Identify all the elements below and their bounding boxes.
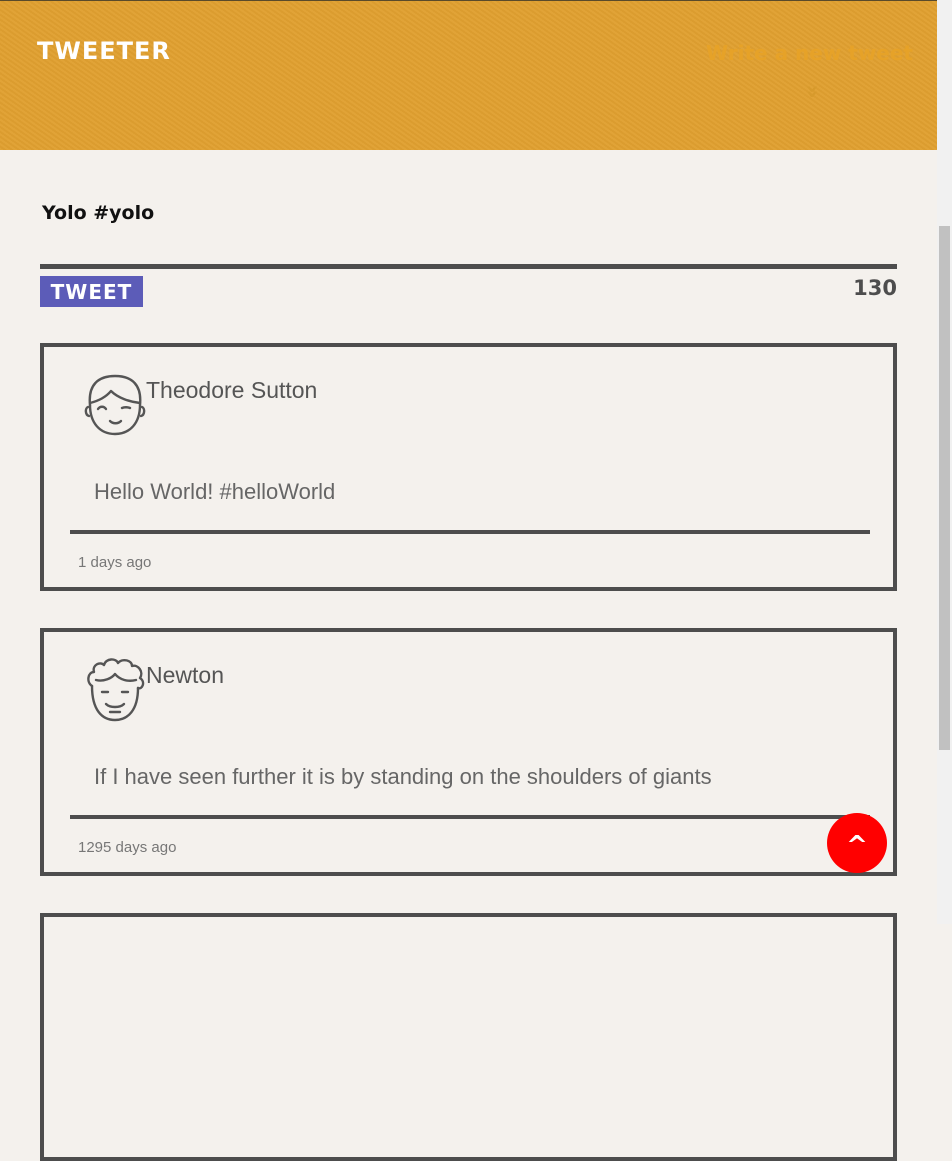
tweet-text: Hello World! #helloWorld: [94, 479, 336, 504]
tweet-text: If I have seen further it is by standing…: [94, 764, 712, 789]
double-chevron-down-icon[interactable]: »: [799, 84, 824, 98]
brand-logo[interactable]: TWEETER: [37, 37, 171, 65]
tweet-author: Newton: [146, 662, 224, 688]
site-header: TWEETER Write a new tweet »: [0, 0, 937, 150]
tweet-card: Theodore Sutton Hello World! #helloWorld…: [40, 343, 897, 591]
tweet-textarea[interactable]: Yolo #yolo: [42, 202, 154, 224]
tweet-author: Theodore Sutton: [146, 377, 318, 403]
scrollbar-thumb[interactable]: [939, 226, 950, 750]
tweet-timestamp: 1 days ago: [78, 554, 152, 571]
scroll-to-top-button[interactable]: ^: [827, 813, 887, 873]
tweet-button[interactable]: TWEET: [40, 276, 143, 307]
tweet-divider: [70, 530, 870, 534]
character-counter: 130: [853, 276, 897, 300]
tweet-divider: [70, 815, 870, 819]
tweet-card: [40, 913, 897, 1161]
write-new-tweet-link[interactable]: Write a new tweet: [706, 41, 913, 65]
composer-divider: [40, 264, 897, 269]
curly-hair-face-icon: [87, 658, 145, 722]
tweet-timestamp: 1295 days ago: [78, 839, 177, 856]
winking-boy-face-icon: [84, 374, 146, 436]
tweet-card: Newton If I have seen further it is by s…: [40, 628, 897, 876]
